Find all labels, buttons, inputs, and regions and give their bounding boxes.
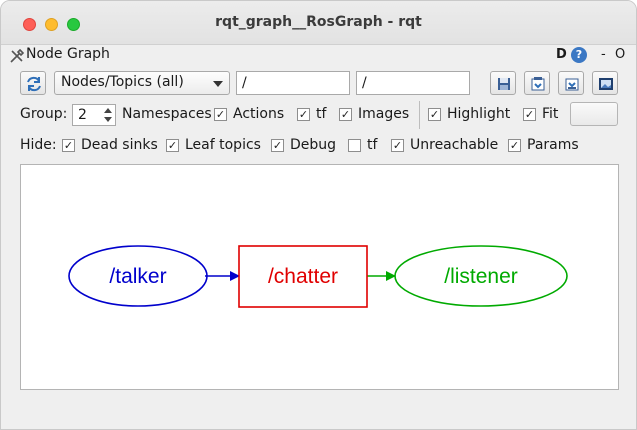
- node-talker[interactable]: /talker: [68, 245, 208, 307]
- fit-label: Fit: [542, 106, 559, 122]
- unreachable-label: Unreachable: [410, 137, 499, 153]
- plugin-title-bar: Node Graph D ? - O: [1, 45, 636, 67]
- tf-group-checkbox[interactable]: ✓: [297, 108, 310, 121]
- unreachable-checkbox[interactable]: ✓: [391, 139, 404, 152]
- help-icon[interactable]: ?: [571, 47, 587, 63]
- leaf-topics-checkbox[interactable]: ✓: [166, 139, 179, 152]
- title-bar[interactable]: rqt_graph__RosGraph - rqt: [1, 1, 636, 45]
- node-talker-label: /talker: [109, 265, 166, 288]
- spin-up-icon[interactable]: [104, 108, 112, 113]
- node-listener[interactable]: /listener: [394, 245, 568, 307]
- rqt-window: rqt_graph__RosGraph - rqt Node Graph D ?…: [0, 0, 637, 430]
- namespace-filter-input[interactable]: [236, 71, 350, 95]
- save-image-button[interactable]: [592, 71, 618, 95]
- hide-tf-label: tf: [367, 137, 378, 153]
- tools-icon: [9, 48, 25, 64]
- plugin-title: Node Graph: [26, 46, 110, 62]
- dock-toggle-button[interactable]: D: [556, 47, 567, 62]
- topic-filter-input[interactable]: [356, 71, 470, 95]
- group-label: Group:: [20, 106, 68, 122]
- images-label: Images: [358, 106, 410, 122]
- fit-checkbox[interactable]: ✓: [523, 108, 536, 121]
- hide-label: Hide:: [20, 137, 57, 153]
- fit-in-view-button[interactable]: [570, 102, 618, 126]
- group-spinbox[interactable]: 2: [72, 104, 116, 126]
- graph-type-value: Nodes/Topics (all): [61, 74, 184, 90]
- spin-down-icon[interactable]: [104, 117, 112, 122]
- window-title: rqt_graph__RosGraph - rqt: [215, 14, 422, 30]
- highlight-label: Highlight: [447, 106, 511, 122]
- float-plugin-button[interactable]: O: [615, 47, 625, 62]
- save-svg-button[interactable]: [558, 71, 584, 95]
- highlight-checkbox[interactable]: ✓: [428, 108, 441, 121]
- dead-sinks-checkbox[interactable]: ✓: [62, 139, 75, 152]
- options-divider: [419, 101, 420, 129]
- graph-svg: /talker /chatter /listener: [68, 245, 568, 308]
- topic-chatter[interactable]: /chatter: [238, 245, 368, 308]
- debug-checkbox[interactable]: ✓: [271, 139, 284, 152]
- topic-chatter-label: /chatter: [268, 265, 338, 288]
- params-checkbox[interactable]: ✓: [508, 139, 521, 152]
- actions-checkbox[interactable]: ✓: [214, 108, 227, 121]
- namespaces-label: Namespaces: [122, 106, 212, 122]
- hide-tf-checkbox[interactable]: [348, 139, 361, 152]
- chevron-down-icon: [213, 81, 223, 87]
- load-dot-button[interactable]: [490, 71, 516, 95]
- dead-sinks-label: Dead sinks: [81, 137, 158, 153]
- actions-label: Actions: [233, 106, 285, 122]
- group-value: 2: [78, 107, 87, 123]
- save-dot-button[interactable]: [524, 71, 550, 95]
- images-checkbox[interactable]: ✓: [339, 108, 352, 121]
- leaf-topics-label: Leaf topics: [185, 137, 261, 153]
- refresh-graph-button[interactable]: [20, 71, 46, 95]
- node-listener-label: /listener: [444, 265, 518, 288]
- debug-label: Debug: [290, 137, 337, 153]
- params-label: Params: [527, 137, 579, 153]
- graph-canvas[interactable]: /talker /chatter /listener: [20, 164, 619, 390]
- graph-type-select[interactable]: Nodes/Topics (all): [54, 71, 230, 95]
- minimize-plugin-button[interactable]: -: [601, 47, 606, 62]
- tf-group-label: tf: [316, 106, 327, 122]
